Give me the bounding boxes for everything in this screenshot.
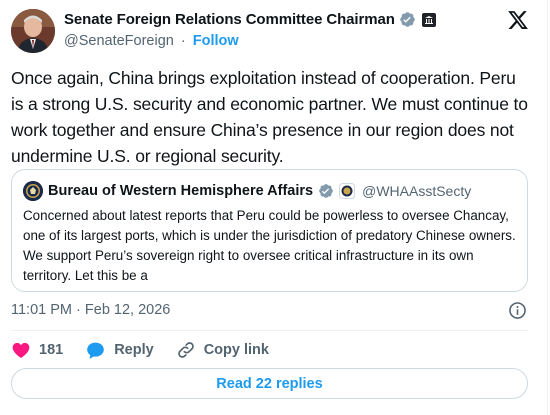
tweet-time: 11:01 PM [11,302,72,318]
verified-badge-icon [399,11,416,28]
quoted-author-avatar [23,181,43,201]
quoted-verified-badge-icon [318,183,334,199]
handle-separator: · [180,33,186,49]
government-affiliation-icon [421,12,436,27]
like-count: 181 [39,342,64,358]
timestamp-separator: · [76,302,81,318]
tweet-actions: 181 Reply Copy link [11,339,291,361]
reply-button[interactable]: Reply [85,340,154,361]
copy-link-button[interactable]: Copy link [176,340,269,360]
author-name-row: Senate Foreign Relations Committee Chair… [64,11,436,28]
tweet-card: Senate Foreign Relations Committee Chair… [0,0,548,415]
follow-button[interactable]: Follow [193,33,239,49]
copy-link-label: Copy link [203,342,269,358]
author-avatar[interactable] [11,9,55,53]
tweet-timestamp[interactable]: 11:01 PM · Feb 12, 2026 [11,302,170,318]
x-logo-icon[interactable] [507,9,529,31]
quoted-tweet-header: Bureau of Western Hemisphere Affairs @WH… [23,181,471,201]
author-display-name[interactable]: Senate Foreign Relations Committee Chair… [64,11,395,28]
info-icon[interactable] [508,301,527,320]
link-icon [176,340,196,360]
reply-label: Reply [114,342,154,358]
author-handle[interactable]: @SenateForeign [64,33,174,49]
tweet-date: Feb 12, 2026 [84,302,171,318]
reply-bubble-icon [85,340,106,361]
quoted-affiliation-icon [339,183,356,199]
quoted-author-handle: @WHAAsstSecty [362,183,472,199]
tweet-text: Once again, China brings exploitation in… [11,68,528,166]
like-button[interactable]: 181 [11,340,63,360]
quoted-author-name: Bureau of Western Hemisphere Affairs [48,183,314,199]
quoted-tweet[interactable]: Bureau of Western Hemisphere Affairs @WH… [11,169,528,292]
read-replies-label: Read 22 replies [216,375,323,392]
divider [11,330,528,331]
read-replies-button[interactable]: Read 22 replies [11,368,528,399]
author-handle-row: @SenateForeign · Follow [64,33,239,49]
heart-icon [11,340,31,360]
quoted-tweet-text: Concerned about latest reports that Peru… [23,208,516,283]
